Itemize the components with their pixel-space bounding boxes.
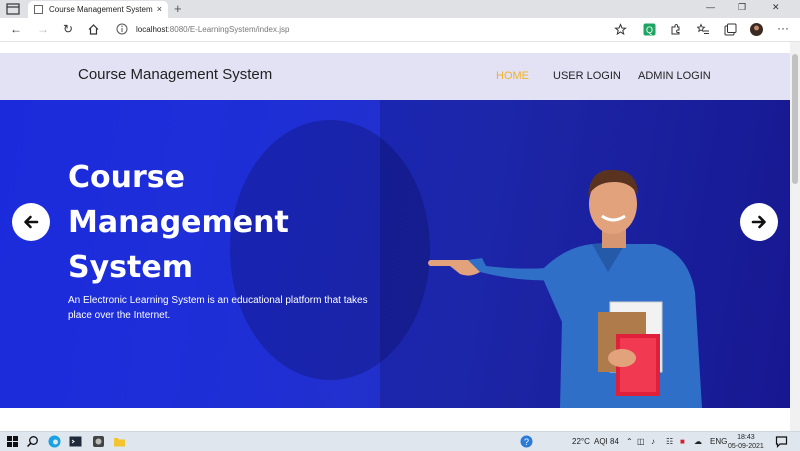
site-info-icon[interactable] [116,23,128,35]
clock-time: 18:43 [737,434,755,441]
collections-icon[interactable] [724,23,737,36]
student-pointing-image [428,169,702,408]
svg-text:Q: Q [646,25,653,35]
os-taskbar: ? 22°C AQI 84 ⌃ ◫ ♪ ☷ ■ ☁ ENG 18:43 05-0… [0,431,800,451]
file-explorer-icon[interactable] [113,435,126,448]
favorite-star-icon[interactable] [614,23,627,36]
language-indicator[interactable]: ENG [710,437,727,446]
nav-user-login-link[interactable]: USER LOGIN [553,70,621,82]
taskbar-clock[interactable]: 18:43 05-09-2021 [728,433,764,451]
network-icon[interactable]: ☷ [666,437,673,446]
home-icon[interactable] [87,23,100,36]
extensions-icon[interactable] [669,23,682,36]
forward-icon[interactable]: → [37,22,49,36]
close-window-button[interactable]: ✕ [772,2,780,13]
tray-app-icon[interactable]: ◫ [637,437,645,446]
minimize-button[interactable]: — [706,2,715,12]
nav-home-link[interactable]: HOME [496,70,529,82]
weather-aqi[interactable]: AQI 84 [594,437,619,446]
hero-title-line: Course [68,160,185,195]
url-host: localhost [136,25,168,34]
hero-title-line: Management [68,205,289,240]
terminal-icon[interactable] [69,435,82,448]
onedrive-icon[interactable]: ☁ [694,437,702,446]
hero-description: An Electronic Learning System is an educ… [68,295,368,321]
url-text: localhost:8080/E-LearningSystem/index.js… [136,25,289,34]
page-scrollbar[interactable] [790,42,800,431]
browser-tab-bar: Course Management System × + — ❐ ✕ [0,0,800,18]
start-windows-icon[interactable] [6,435,19,448]
restore-button[interactable]: ❐ [738,2,746,13]
arrow-right-icon [751,215,766,229]
help-icon[interactable]: ? [520,435,533,448]
hero-carousel: Course Management System An Electronic L… [0,100,790,408]
site-brand[interactable]: Course Management System [78,66,272,83]
page-favicon-icon [34,5,43,14]
arrow-left-icon [24,215,39,229]
profile-avatar[interactable] [750,23,763,36]
favorites-list-icon[interactable] [697,23,710,36]
hero-title-line: System [68,250,193,285]
scrollbar-thumb[interactable] [792,54,798,184]
clock-date: 05-09-2021 [728,443,764,450]
tray-expand-icon[interactable]: ⌃ [626,437,633,446]
carousel-prev-button[interactable] [12,203,50,241]
hero-title: Course Management System [68,155,289,290]
app-icon[interactable] [92,435,105,448]
back-icon[interactable]: ← [10,22,22,36]
window-menu-icon[interactable] [6,3,20,15]
svg-text:?: ? [524,437,529,447]
extension-q-icon[interactable]: Q [643,23,656,36]
refresh-icon[interactable]: ↻ [63,22,73,36]
notifications-icon[interactable] [775,435,788,448]
browser-tab[interactable]: Course Management System × [28,1,168,18]
address-bar[interactable]: localhost:8080/E-LearningSystem/index.js… [108,21,638,39]
new-tab-button[interactable]: + [174,1,182,16]
edge-browser-icon[interactable] [48,435,61,448]
url-path: :8080/E-LearningSystem/index.jsp [167,25,290,34]
settings-menu-icon[interactable]: ··· [777,21,789,35]
volume-icon[interactable]: ♪ [651,437,655,446]
search-icon[interactable] [26,435,39,448]
tab-title: Course Management System [49,5,153,14]
site-navbar: Course Management System HOME USER LOGIN… [0,53,790,100]
antivirus-icon[interactable]: ■ [680,437,685,446]
weather-temperature[interactable]: 22°C [572,437,590,446]
browser-toolbar: ← → ↻ localhost:8080/E-LearningSystem/in… [0,18,800,42]
carousel-next-button[interactable] [740,203,778,241]
nav-admin-login-link[interactable]: ADMIN LOGIN [638,70,711,82]
tab-close-icon[interactable]: × [157,4,162,14]
